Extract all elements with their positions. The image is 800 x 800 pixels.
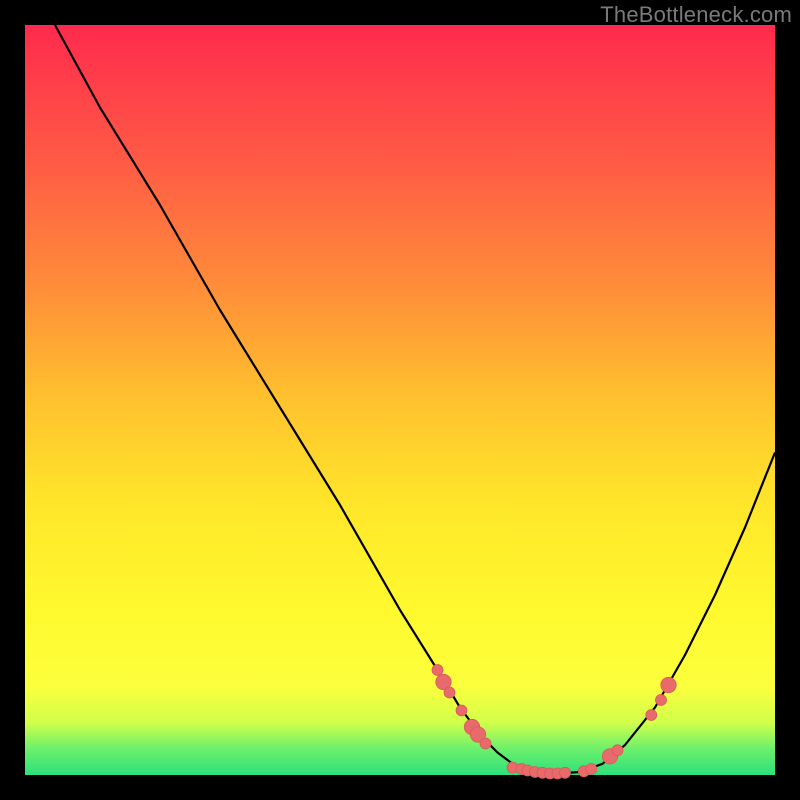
bottleneck-curve (55, 25, 775, 774)
marker-point (560, 767, 571, 778)
curve-layer (25, 25, 775, 775)
marker-point (456, 705, 467, 716)
marker-point (612, 745, 623, 756)
plot-area (25, 25, 775, 775)
marker-point (432, 665, 443, 676)
marker-point (480, 738, 491, 749)
markers-group (432, 665, 676, 780)
chart-stage: TheBottleneck.com (0, 0, 800, 800)
marker-point (661, 677, 676, 692)
marker-point (586, 764, 597, 775)
marker-point (444, 687, 455, 698)
marker-point (656, 695, 667, 706)
marker-point (646, 710, 657, 721)
